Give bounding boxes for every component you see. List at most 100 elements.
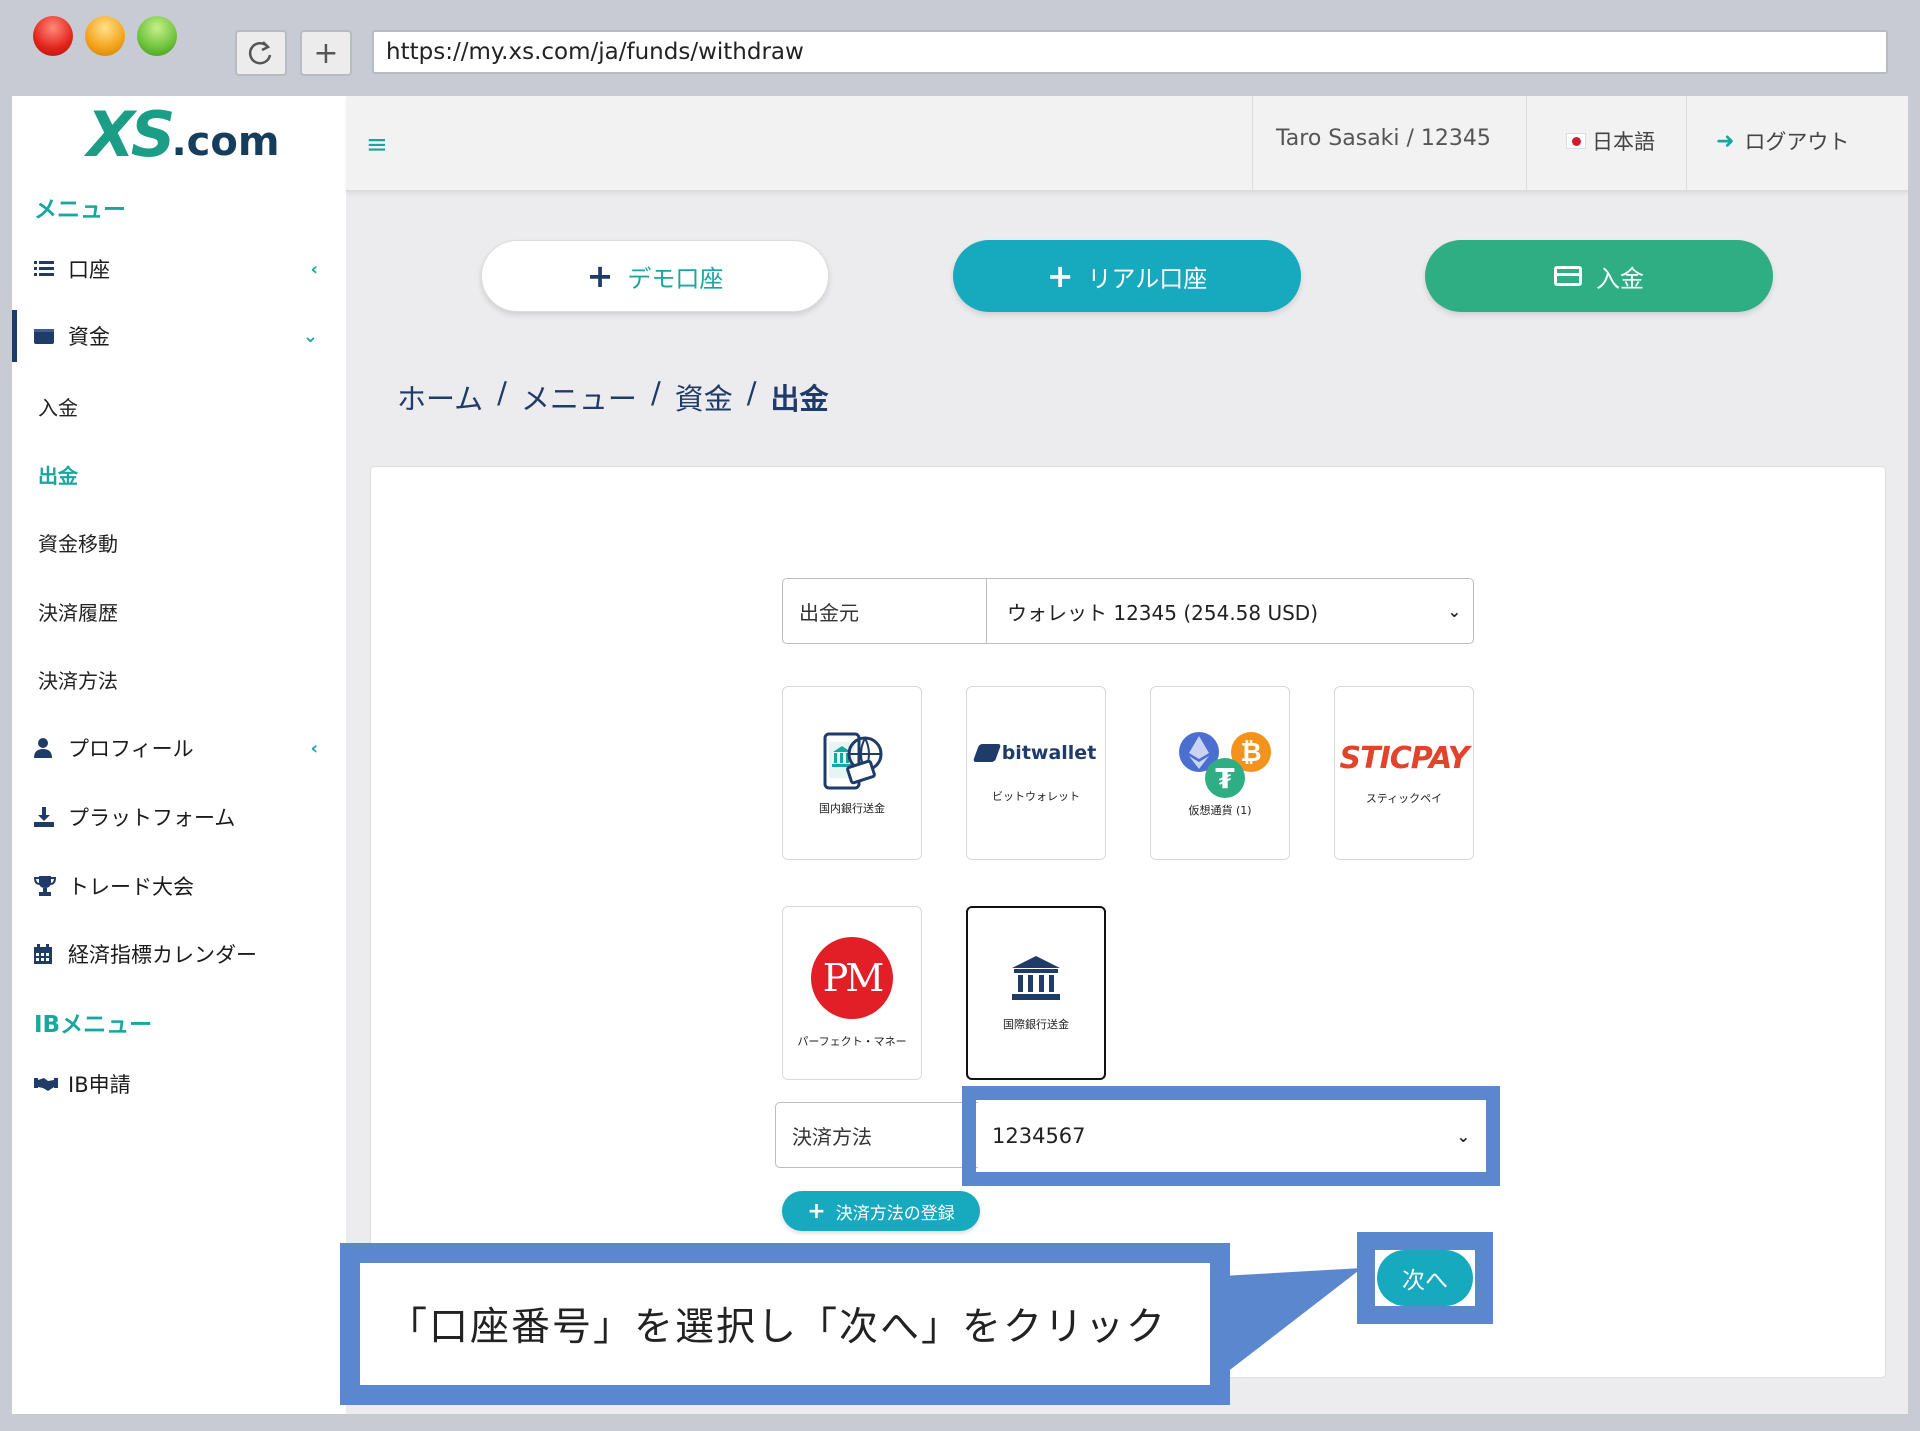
plus-icon: + xyxy=(807,1198,826,1224)
instruction-callout: 「口座番号」を選択し「次へ」をクリック xyxy=(340,1243,1230,1405)
withdraw-source-value: ウォレット 12345 (254.58 USD) xyxy=(1007,600,1319,625)
sidebar-item-label: プラットフォーム xyxy=(68,806,236,830)
payment-account-value: 1234567 xyxy=(992,1124,1086,1148)
breadcrumb: ホーム / メニュー / 資金 / 出金 xyxy=(397,376,829,418)
logout-icon: ➜ xyxy=(1716,128,1735,154)
japan-flag-icon xyxy=(1566,133,1586,149)
handshake-icon xyxy=(34,1076,68,1092)
sidebar-item-ib-apply[interactable]: IB申請 xyxy=(12,1058,346,1110)
logout-link[interactable]: ➜ ログアウト xyxy=(1716,126,1849,156)
breadcrumb-separator: / xyxy=(650,376,661,410)
wallet-icon xyxy=(34,327,68,345)
breadcrumb-home[interactable]: ホーム xyxy=(397,376,483,418)
reload-button[interactable] xyxy=(235,30,287,76)
hamburger-menu-icon[interactable]: ≡ xyxy=(366,130,388,160)
deposit-button[interactable]: 入金 xyxy=(1425,240,1773,312)
logo[interactable]: XS .com xyxy=(87,96,280,166)
breadcrumb-separator: / xyxy=(746,376,757,410)
maximize-window-icon[interactable] xyxy=(137,16,177,56)
sidebar-subitem-history[interactable]: 決済履歴 xyxy=(38,597,118,626)
method-tile-crypto[interactable]: ₿ ₮ 仮想通貨 (1) xyxy=(1150,686,1290,860)
sidebar-item-label: 資金 xyxy=(68,325,110,349)
deposit-label: 入金 xyxy=(1596,264,1644,293)
sidebar-subitem-methods[interactable]: 決済方法 xyxy=(38,665,118,694)
real-account-button[interactable]: + リアル口座 xyxy=(953,240,1301,312)
chevron-down-icon: ⌄ xyxy=(302,325,318,347)
method-caption: 仮想通貨 (1) xyxy=(1188,804,1252,817)
sidebar-item-profile[interactable]: プロフィール ‹ xyxy=(12,722,346,774)
chevron-down-icon: ⌄ xyxy=(1447,601,1461,621)
topbar: ≡ Taro Sasaki / 12345 日本語 ➜ ログアウト xyxy=(346,96,1908,192)
menu-title: メニュー xyxy=(34,197,126,223)
sticpay-logo: STICPAY xyxy=(1339,740,1470,776)
method-tile-sticpay[interactable]: STICPAY スティックペイ xyxy=(1334,686,1474,860)
bank-icon xyxy=(1012,956,1060,1000)
method-tile-domestic-bank[interactable]: 国内銀行送金 xyxy=(782,686,922,860)
sidebar-item-label: トレード大会 xyxy=(68,875,194,899)
topbar-divider xyxy=(1686,96,1687,192)
language-label: 日本語 xyxy=(1592,130,1655,154)
bitwallet-mark-icon xyxy=(972,744,1001,762)
method-caption: ビットウォレット xyxy=(992,790,1080,803)
sidebar-subitem-withdraw[interactable]: 出金 xyxy=(38,460,78,489)
sidebar-subitem-deposit[interactable]: 入金 xyxy=(38,392,78,421)
breadcrumb-separator: / xyxy=(497,376,507,410)
sidebar-item-accounts[interactable]: 口座 ‹ xyxy=(12,243,346,295)
language-selector[interactable]: 日本語 xyxy=(1566,126,1655,156)
demo-account-label: デモ口座 xyxy=(627,264,724,293)
method-caption: 国内銀行送金 xyxy=(819,802,885,815)
close-window-icon[interactable] xyxy=(33,16,73,56)
instruction-text: 「口座番号」を選択し「次へ」をクリック xyxy=(360,1263,1210,1385)
browser-chrome: + https://my.xs.com/ja/funds/withdraw xyxy=(0,0,1920,96)
ib-menu-title: IBメニュー xyxy=(34,1012,153,1038)
bitwallet-logo-b: wallet xyxy=(1030,742,1097,764)
url-bar[interactable]: https://my.xs.com/ja/funds/withdraw xyxy=(372,30,1888,74)
callout-pointer xyxy=(1222,1268,1362,1376)
register-payment-method-button[interactable]: + 決済方法の登録 xyxy=(782,1191,980,1231)
chevron-down-icon: ⌄ xyxy=(1456,1126,1470,1146)
account-select-highlight: 1234567 ⌄ xyxy=(962,1086,1500,1186)
breadcrumb-current: 出金 xyxy=(770,382,829,416)
method-tile-perfect-money[interactable]: PM パーフェクト・マネー xyxy=(782,906,922,1080)
calendar-icon xyxy=(34,944,68,964)
sidebar-item-funds[interactable]: 資金 ⌄ xyxy=(12,310,346,362)
method-tile-international-bank[interactable]: 国際銀行送金 xyxy=(966,906,1106,1080)
sidebar: XS .com メニュー 口座 ‹ 資金 ⌄ 入金 出金 資金移動 決済履歴 決済… xyxy=(12,96,346,1414)
plus-icon: + xyxy=(586,257,614,295)
chevron-left-icon: ‹ xyxy=(310,737,318,759)
withdraw-source-field: 出金元 ウォレット 12345 (254.58 USD) ⌄ xyxy=(782,578,1474,644)
new-tab-button[interactable]: + xyxy=(300,30,352,76)
bitwallet-logo-a: bit xyxy=(1001,742,1031,764)
trophy-icon xyxy=(34,876,68,896)
sidebar-item-calendar[interactable]: 経済指標カレンダー xyxy=(12,928,346,980)
withdraw-source-label: 出金元 xyxy=(783,579,987,643)
svg-text:₮: ₮ xyxy=(1215,762,1235,795)
payment-account-select[interactable]: 1234567 ⌄ xyxy=(978,1102,1484,1170)
list-icon xyxy=(34,260,68,278)
sidebar-subitem-transfer[interactable]: 資金移動 xyxy=(38,528,118,557)
demo-account-button[interactable]: + デモ口座 xyxy=(481,240,829,312)
sidebar-item-platform[interactable]: プラットフォーム xyxy=(12,791,346,843)
next-button[interactable]: 次へ xyxy=(1377,1250,1473,1306)
reload-icon xyxy=(248,41,272,65)
sidebar-item-label: プロフィール xyxy=(68,737,194,761)
logo-xs: XS xyxy=(87,98,175,171)
user-account-label[interactable]: Taro Sasaki / 12345 xyxy=(1276,126,1491,151)
breadcrumb-funds[interactable]: 資金 xyxy=(675,376,733,418)
method-tile-bitwallet[interactable]: bitwallet ビットウォレット xyxy=(966,686,1106,860)
method-caption: パーフェクト・マネー xyxy=(797,1035,907,1048)
chevron-left-icon: ‹ xyxy=(310,258,318,280)
sidebar-item-contest[interactable]: トレード大会 xyxy=(12,860,346,912)
logo-com: .com xyxy=(171,119,280,165)
next-button-highlight: 次へ xyxy=(1357,1232,1493,1324)
bank-transfer-icon xyxy=(823,732,883,790)
method-caption: 国際銀行送金 xyxy=(1003,1018,1069,1031)
app-window: XS .com メニュー 口座 ‹ 資金 ⌄ 入金 出金 資金移動 決済履歴 決済… xyxy=(12,96,1908,1414)
real-account-label: リアル口座 xyxy=(1087,264,1208,293)
withdraw-source-select[interactable]: ウォレット 12345 (254.58 USD) ⌄ xyxy=(987,579,1473,643)
perfect-money-logo: PM xyxy=(811,937,893,1019)
minimize-window-icon[interactable] xyxy=(85,16,125,56)
breadcrumb-menu[interactable]: メニュー xyxy=(521,376,637,418)
sidebar-item-label: 経済指標カレンダー xyxy=(68,943,257,967)
bitwallet-logo: bitwallet xyxy=(972,742,1097,764)
